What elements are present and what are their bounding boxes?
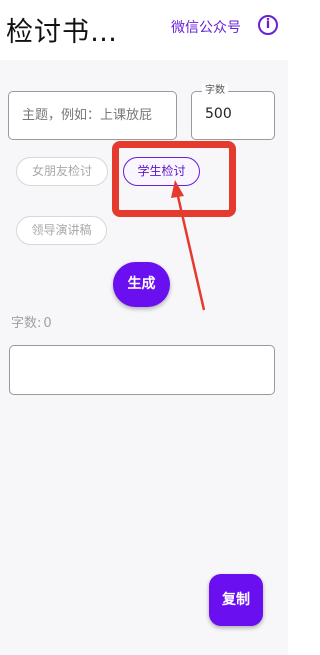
character-count-label: 字数:: [11, 316, 42, 331]
generate-button[interactable]: 生成: [113, 262, 170, 307]
output-text-area[interactable]: [9, 345, 275, 395]
arrow-shaft: [175, 191, 206, 311]
character-count: 字数: 0: [9, 312, 52, 331]
arrow-head: [171, 180, 184, 198]
copy-button[interactable]: 复制: [209, 574, 263, 626]
character-count-value: 0: [43, 316, 52, 331]
